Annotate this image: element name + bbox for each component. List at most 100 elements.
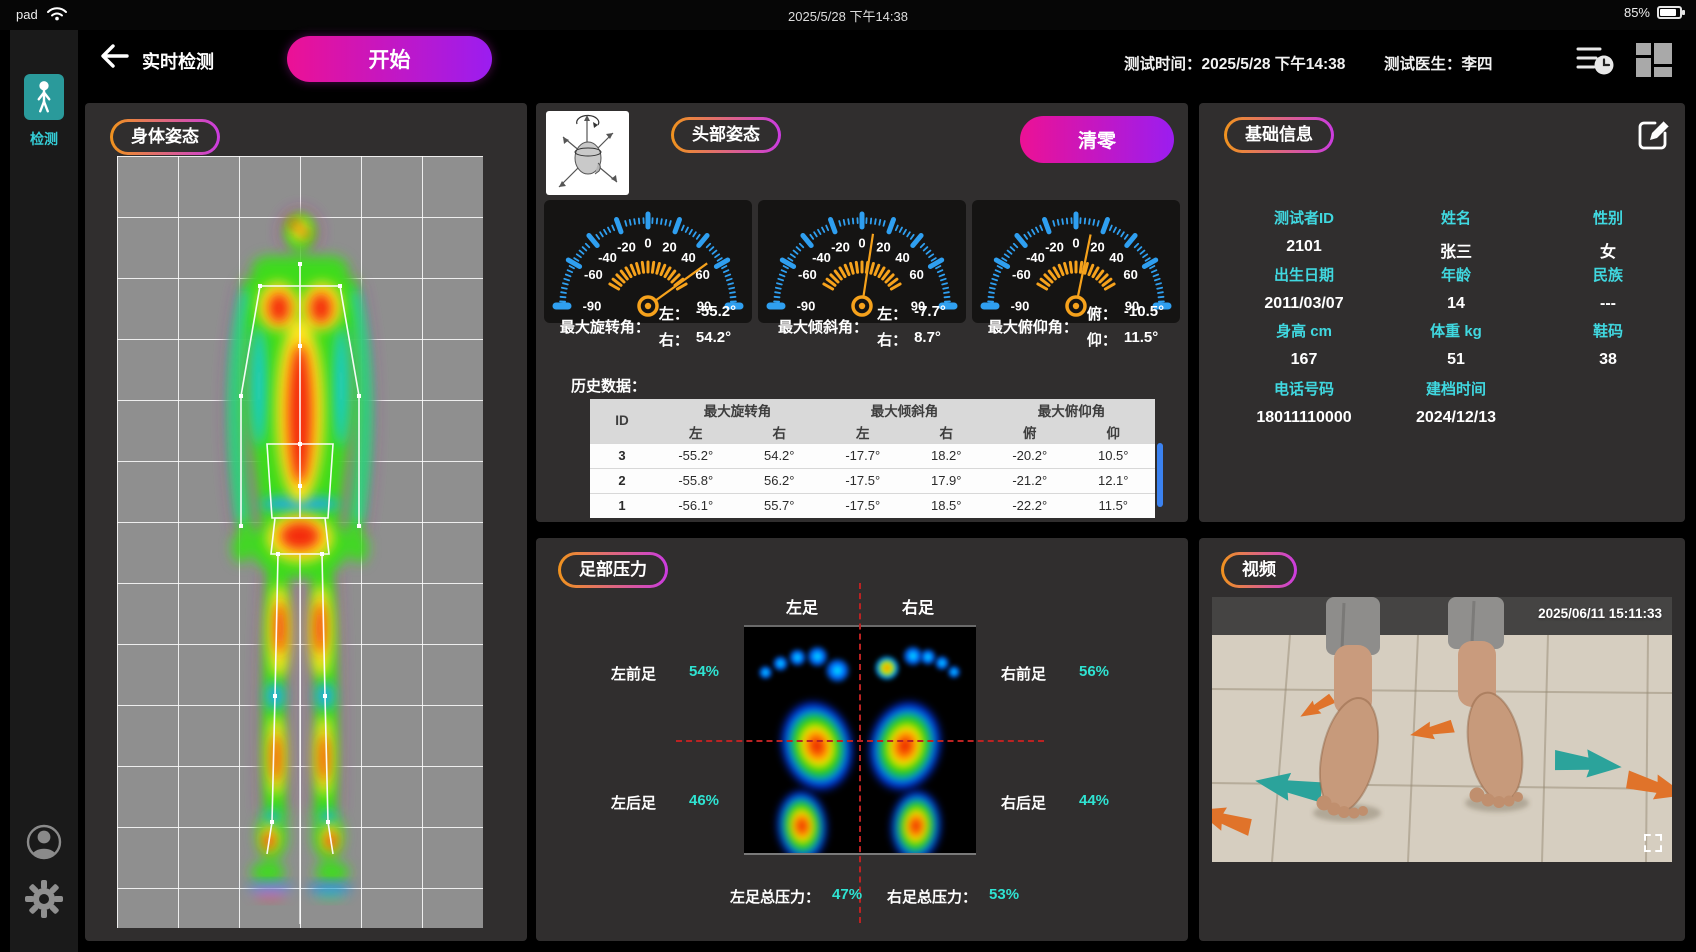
left-forefoot-label: 左前足	[611, 666, 656, 683]
rotation-left-value: -55.2°	[696, 303, 736, 324]
field-label: 性别	[1533, 207, 1683, 228]
doctor-value: 李四	[1462, 56, 1493, 73]
sidebar-item-label: 检测	[10, 129, 78, 149]
basic-info-title: 基础信息	[1224, 117, 1334, 153]
left-foot-header: 左足	[744, 594, 860, 618]
body-posture-panel: 身体姿态	[85, 103, 527, 941]
clear-button[interactable]: 清零	[1020, 116, 1174, 163]
expand-icon[interactable]	[1642, 832, 1664, 854]
battery-icon	[1657, 6, 1682, 19]
person-detect-icon	[24, 74, 64, 120]
table-row: 2 -55.8°56.2° -17.5°17.9° -21.2°12.1°	[590, 468, 1155, 493]
svg-text:-20: -20	[1045, 239, 1064, 254]
head-posture-title: 头部姿态	[671, 117, 781, 153]
svg-text:0: 0	[858, 236, 865, 251]
svg-text:-60: -60	[1012, 267, 1031, 282]
head-posture-panel: 头部姿态 清零 -90-60-40-20020406090 -90-60-40-…	[536, 103, 1188, 522]
foot-pressure-title: 足部压力	[558, 552, 668, 588]
svg-text:40: 40	[895, 250, 909, 265]
sidebar: 检测	[10, 30, 78, 952]
svg-text:-40: -40	[598, 250, 617, 265]
metric-pitch: 最大俯仰角： 俯：-10.5° 仰：11.5°	[972, 303, 1180, 350]
layout-grid-icon[interactable]	[1636, 43, 1674, 77]
svg-text:-20: -20	[831, 239, 850, 254]
history-label: 历史数据：	[571, 375, 646, 396]
field-label: 年龄	[1381, 264, 1531, 285]
field-value: 2101	[1229, 238, 1379, 256]
metric-tilt: 最大倾斜角： 左：-7.7° 右：8.7°	[758, 303, 966, 350]
svg-text:20: 20	[662, 239, 676, 254]
field-label: 建档时间	[1381, 378, 1531, 399]
test-time: 测试时间：2025/5/28 下午14:38	[1124, 52, 1345, 74]
left-total-label: 左足总压力：	[730, 886, 820, 907]
svg-text:40: 40	[681, 250, 695, 265]
left-rearfoot-label: 左后足	[611, 795, 656, 812]
status-datetime: 2025/5/28 下午14:38	[0, 6, 1696, 25]
account-icon[interactable]	[25, 823, 63, 861]
table-scrollbar[interactable]	[1157, 443, 1163, 507]
field-label: 鞋码	[1533, 320, 1683, 341]
left-total-value: 47%	[832, 886, 862, 907]
svg-text:20: 20	[876, 239, 890, 254]
right-total-value: 53%	[989, 886, 1019, 907]
right-rearfoot-label: 右后足	[1001, 795, 1046, 812]
svg-text:40: 40	[1109, 250, 1123, 265]
field-value: ---	[1533, 295, 1683, 313]
test-doctor: 测试医生：李四	[1384, 52, 1493, 74]
table-row: 3 -55.2°54.2° -17.7°18.2° -20.2°10.5°	[590, 443, 1155, 468]
metric-rotation: 最大旋转角： 左：-55.2° 右：54.2°	[544, 303, 752, 350]
head-axes-diagram	[546, 111, 629, 195]
right-forefoot-label: 右前足	[1001, 666, 1046, 683]
field-label: 电话号码	[1229, 378, 1379, 399]
body-scan-grid	[117, 156, 483, 928]
body-posture-title: 身体姿态	[110, 119, 220, 155]
video-frame: 2025/06/11 15:11:33	[1212, 597, 1672, 862]
history-table: ID 最大旋转角 最大倾斜角 最大俯仰角 左右 左右 俯仰 3 -55.2°54…	[590, 399, 1155, 518]
video-timestamp: 2025/06/11 15:11:33	[1538, 606, 1662, 621]
left-rearfoot-value: 46%	[689, 792, 719, 809]
field-value: 38	[1533, 351, 1683, 369]
svg-text:0: 0	[1072, 236, 1079, 251]
svg-text:0: 0	[644, 236, 651, 251]
test-time-value: 2025/5/28 下午14:38	[1202, 56, 1346, 73]
edit-icon[interactable]	[1635, 115, 1673, 153]
body-thermal-figure	[175, 186, 425, 926]
rotation-right-value: 54.2°	[696, 329, 731, 350]
video-panel: 视频	[1199, 538, 1685, 941]
settings-gear-icon[interactable]	[24, 879, 64, 919]
pitch-down-value: -10.5°	[1124, 303, 1164, 324]
svg-text:-60: -60	[584, 267, 603, 282]
app-root: pad 2025/5/28 下午14:38 85% 检测 实时检测 开始	[0, 0, 1696, 952]
history-table-wrap: ID 最大旋转角 最大倾斜角 最大俯仰角 左右 左右 俯仰 3 -55.2°54…	[590, 399, 1164, 520]
field-value: 2024/12/13	[1381, 409, 1531, 427]
foot-pressure-panel: 足部压力 左足 右足 左前足 54% 右前足 56% 左后足 46%	[536, 538, 1188, 941]
right-foot-header: 右足	[860, 594, 976, 618]
field-label: 民族	[1533, 264, 1683, 285]
battery-percent: 85%	[1624, 5, 1650, 20]
tilt-left-value: -7.7°	[914, 303, 946, 324]
table-row: 1 -56.1°55.7° -17.5°18.5° -22.2°11.5°	[590, 493, 1155, 518]
field-label: 出生日期	[1229, 264, 1379, 285]
sidebar-item-detect[interactable]: 检测	[10, 74, 78, 149]
field-label: 体重 kg	[1381, 320, 1531, 341]
start-button[interactable]: 开始	[287, 36, 492, 82]
field-value: 女	[1533, 238, 1683, 262]
svg-text:60: 60	[909, 267, 923, 282]
basic-info-panel: 基础信息 测试者ID2101 姓名张三 性别女 出生日期2011/03/07 年…	[1199, 103, 1685, 522]
svg-text:20: 20	[1090, 239, 1104, 254]
field-value: 14	[1381, 295, 1531, 313]
back-button[interactable]	[98, 42, 132, 72]
field-label: 身高 cm	[1229, 320, 1379, 341]
right-rearfoot-value: 44%	[1079, 792, 1109, 809]
history-records-icon[interactable]	[1576, 43, 1614, 77]
right-total-label: 右足总压力：	[887, 886, 977, 907]
video-title: 视频	[1221, 552, 1297, 588]
field-value: 2011/03/07	[1229, 295, 1379, 313]
test-time-label: 测试时间：	[1124, 56, 1202, 73]
field-label: 测试者ID	[1229, 207, 1379, 228]
svg-text:60: 60	[1123, 267, 1137, 282]
field-label: 姓名	[1381, 207, 1531, 228]
horizontal-divider-line	[676, 740, 1044, 742]
field-value: 51	[1381, 351, 1531, 369]
svg-text:-40: -40	[812, 250, 831, 265]
